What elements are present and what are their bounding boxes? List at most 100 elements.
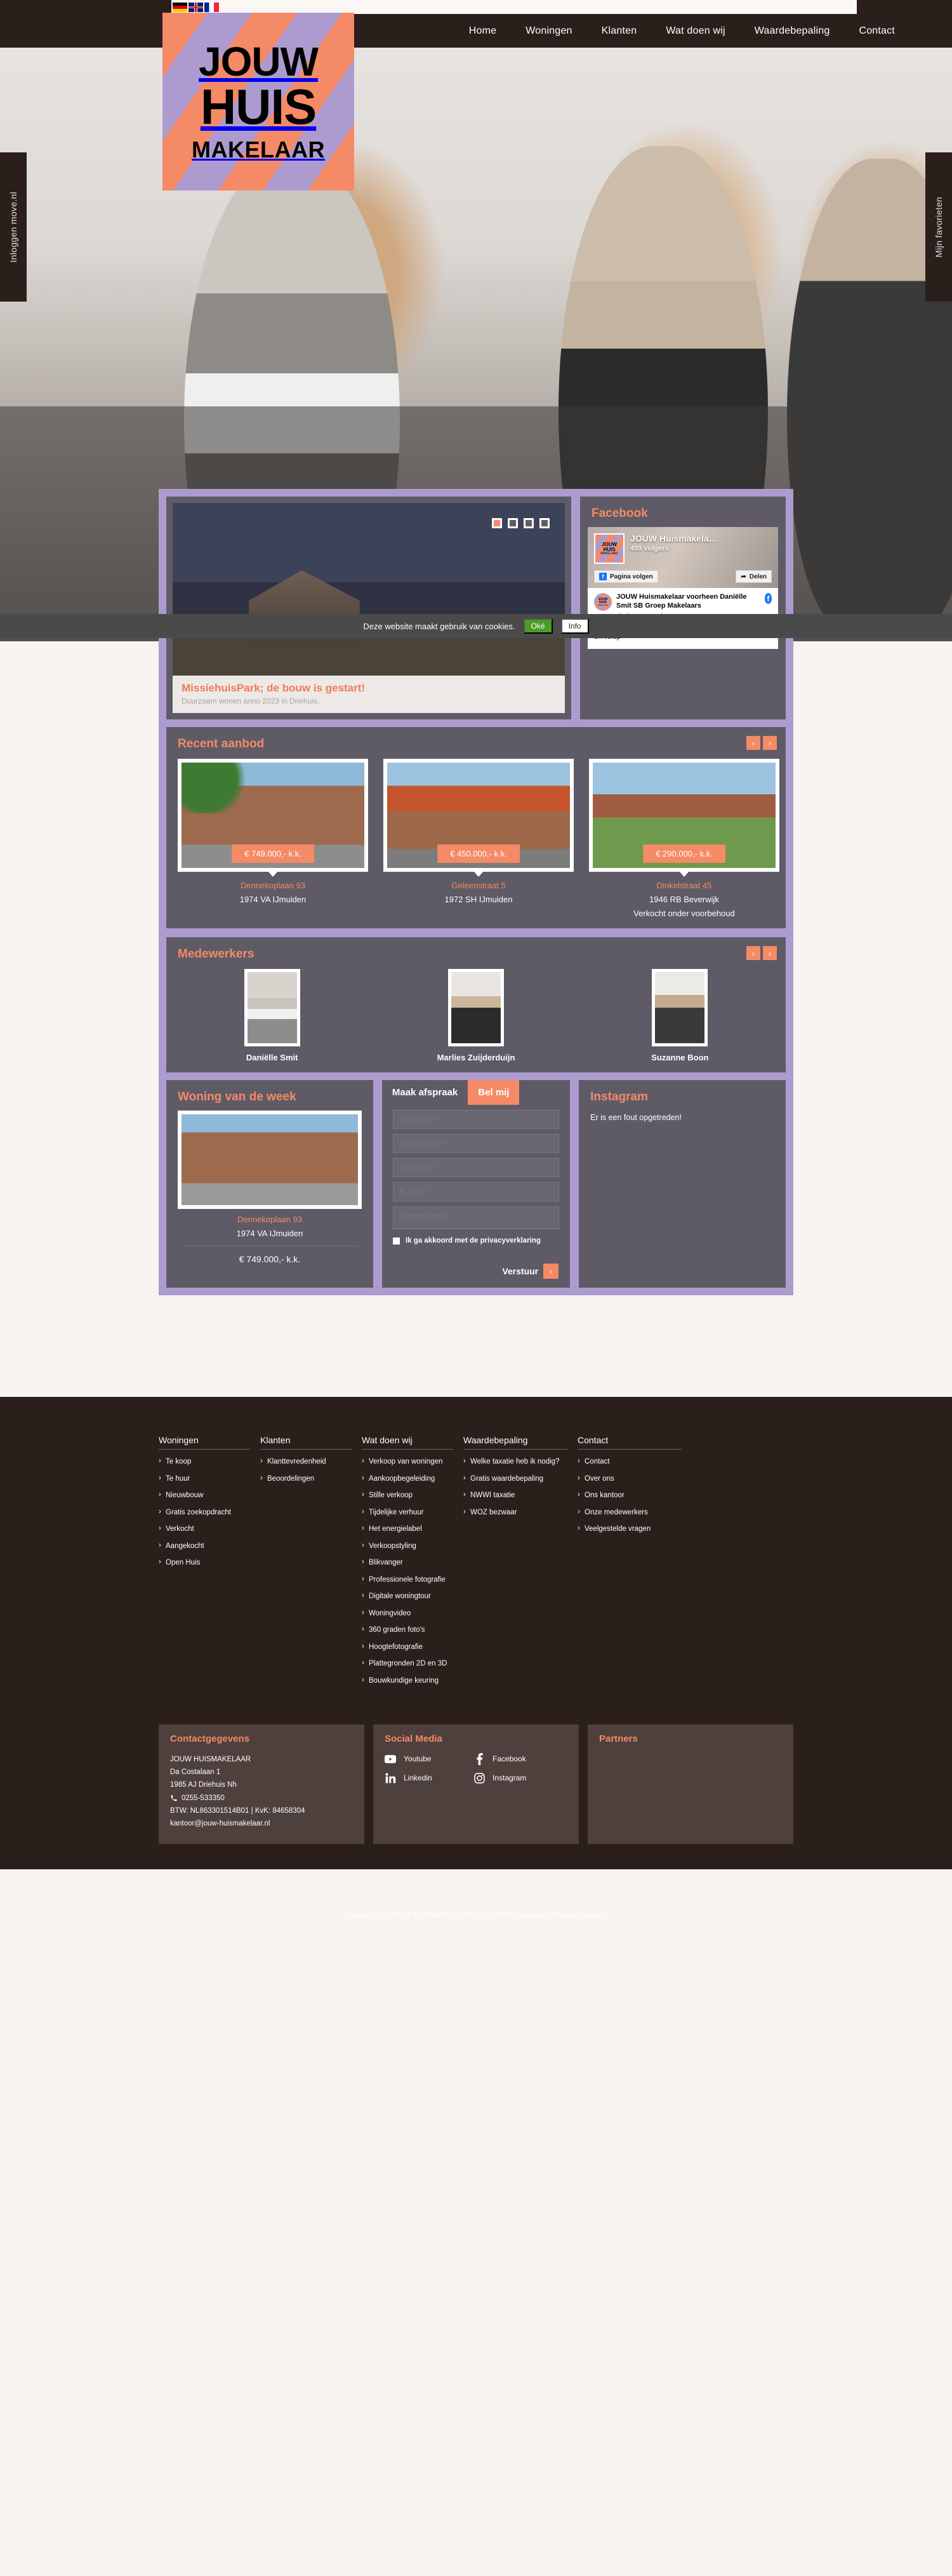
- social-link-instagram[interactable]: Instagram: [473, 1772, 562, 1784]
- main-navigation: Home Woningen Klanten Wat doen wij Waard…: [0, 14, 952, 48]
- listing-city: 1946 RB Beverwijk: [649, 895, 719, 904]
- footer-link[interactable]: Gratis zoekopdracht: [159, 1507, 250, 1518]
- site-logo[interactable]: JOUW HUIS MAKELAAR: [162, 13, 354, 190]
- footer-inner: Woningen Te koop Te huur Nieuwbouw Grati…: [159, 1435, 793, 1869]
- footer-link[interactable]: Bouwkundige keuring: [362, 1676, 453, 1686]
- recent-prev-button[interactable]: ‹: [746, 736, 760, 750]
- slider-caption[interactable]: MissiehuisPark; de bouw is gestart! Duur…: [173, 676, 565, 713]
- remarks-textarea[interactable]: [393, 1206, 559, 1229]
- contact-email[interactable]: kantoor@jouw-huismakelaar.nl: [170, 1817, 353, 1830]
- email-input[interactable]: [393, 1182, 559, 1201]
- slider-dot-1[interactable]: [492, 518, 502, 528]
- slider-dot-3[interactable]: [524, 518, 534, 528]
- footer-link[interactable]: Veelgestelde vragen: [578, 1524, 682, 1535]
- lastname-input[interactable]: [393, 1134, 559, 1153]
- facebook-share-button[interactable]: ➦ Delen: [736, 570, 772, 583]
- footer-link[interactable]: Ons kantoor: [578, 1490, 682, 1501]
- privacy-checkbox[interactable]: [393, 1237, 400, 1245]
- employee-item[interactable]: Marlies Zuijderduijn: [381, 969, 570, 1062]
- employee-item[interactable]: Suzanne Boon: [586, 969, 774, 1062]
- employees-next-button[interactable]: ›: [763, 946, 777, 960]
- social-link-facebook[interactable]: Facebook: [473, 1752, 562, 1765]
- footer-link[interactable]: Gratis waardebepaling: [463, 1474, 567, 1485]
- nav-item-klanten[interactable]: Klanten: [602, 25, 637, 37]
- favorites-tab[interactable]: Mijn favorieten: [925, 152, 952, 302]
- footer-link[interactable]: Stille verkoop: [362, 1490, 453, 1501]
- slider-dots: [492, 518, 550, 528]
- footer-link[interactable]: Tijdelijke verhuur: [362, 1507, 453, 1518]
- house-of-the-week-photo[interactable]: [177, 1111, 362, 1209]
- english-flag-icon[interactable]: [188, 2, 203, 12]
- listing-card[interactable]: € 749.000,- k.k. Dennekoplaan 93 1974 VA…: [178, 759, 368, 918]
- german-flag-icon[interactable]: [173, 2, 187, 12]
- social-link-youtube[interactable]: Youtube: [385, 1753, 473, 1765]
- footer-link[interactable]: WOZ bezwaar: [463, 1507, 567, 1518]
- nav-item-woningen[interactable]: Woningen: [526, 25, 572, 37]
- footer-link[interactable]: Woningvideo: [362, 1608, 453, 1619]
- slider-image[interactable]: [173, 503, 565, 676]
- footer-link[interactable]: Beoordelingen: [260, 1474, 352, 1485]
- facebook-follow-button[interactable]: f Pagina volgen: [594, 570, 658, 583]
- facebook-page-avatar: JOUW HUIS MAKELAAR: [594, 533, 625, 564]
- house-of-the-week-title: Woning van de week: [178, 1090, 296, 1104]
- phone-input[interactable]: [393, 1158, 559, 1177]
- footer-link[interactable]: Over ons: [578, 1474, 682, 1485]
- submit-button[interactable]: ›: [543, 1264, 559, 1279]
- recent-next-button[interactable]: ›: [763, 736, 777, 750]
- footer-link[interactable]: Digitale woningtour: [362, 1591, 453, 1602]
- footer-link[interactable]: Hoogtefotografie: [362, 1642, 453, 1653]
- footer-link[interactable]: Welke taxatie heb ik nodig?: [463, 1457, 567, 1467]
- footer-link[interactable]: Open Huis: [159, 1558, 250, 1568]
- footer-link[interactable]: Nieuwbouw: [159, 1490, 250, 1501]
- footer-link[interactable]: Te koop: [159, 1457, 250, 1467]
- footer-link[interactable]: Blikvanger: [362, 1558, 453, 1568]
- listing-photo[interactable]: € 749.000,- k.k.: [178, 759, 368, 872]
- login-move-tab[interactable]: Inloggen move.nl: [0, 152, 27, 302]
- employee-item[interactable]: Daniëlle Smit: [178, 969, 366, 1062]
- listing-photo[interactable]: € 290.000,- k.k.: [589, 759, 779, 872]
- footer-link[interactable]: Klanttevredenheid: [260, 1457, 352, 1467]
- nav-item-wat-doen-wij[interactable]: Wat doen wij: [666, 25, 725, 37]
- tab-maak-afspraak[interactable]: Maak afspraak: [382, 1080, 468, 1105]
- privacy-consent-row[interactable]: Ik ga akkoord met de privacyverklaring: [393, 1237, 559, 1245]
- nav-item-waardebepaling[interactable]: Waardebepaling: [755, 25, 830, 37]
- nav-item-home[interactable]: Home: [469, 25, 496, 37]
- footer-link[interactable]: Het energielabel: [362, 1524, 453, 1535]
- listing-card[interactable]: € 290.000,- k.k. Dinkelstraat 45 1946 RB…: [589, 759, 779, 918]
- contact-phone-row[interactable]: 0255-533350: [170, 1792, 353, 1805]
- footer-link[interactable]: Verkoop van woningen: [362, 1457, 453, 1467]
- slider-dot-2[interactable]: [508, 518, 518, 528]
- nav-item-contact[interactable]: Contact: [859, 25, 895, 37]
- footer-link[interactable]: Te huur: [159, 1474, 250, 1485]
- cookie-accept-button[interactable]: Oké: [523, 618, 553, 634]
- footer-link[interactable]: Aangekocht: [159, 1541, 250, 1552]
- facebook-page-name: JOUW Huismakela…: [630, 533, 718, 544]
- footer-link[interactable]: 360 graden foto's: [362, 1625, 453, 1636]
- house-of-the-week-street: Dennekoplaan 93: [237, 1215, 302, 1224]
- footer-link[interactable]: Contact: [578, 1457, 682, 1467]
- footer-link[interactable]: Onze medewerkers: [578, 1507, 682, 1518]
- share-arrow-icon: ➦: [741, 573, 746, 580]
- french-flag-icon[interactable]: [204, 2, 219, 12]
- footer-link[interactable]: Verkocht: [159, 1524, 250, 1535]
- employees-prev-button[interactable]: ‹: [746, 946, 760, 960]
- footer-column-title: Klanten: [260, 1435, 352, 1450]
- slider-title: MissiehuisPark; de bouw is gestart!: [182, 682, 366, 694]
- footer-link[interactable]: Professionele fotografie: [362, 1575, 453, 1585]
- footer-link[interactable]: Aankoopbegeleiding: [362, 1474, 453, 1485]
- house-of-the-week-widget: Woning van de week Dennekoplaan 93 1974 …: [166, 1080, 373, 1288]
- tab-bel-mij[interactable]: Bel mij: [468, 1080, 520, 1105]
- footer-link[interactable]: Plattegronden 2D en 3D: [362, 1658, 453, 1669]
- listing-card[interactable]: € 450.000,- k.k. Geleenstraat 5 1972 SH …: [383, 759, 574, 918]
- instagram-icon: [473, 1772, 485, 1784]
- instagram-error-message: Er is een fout opgetreden!: [590, 1113, 682, 1122]
- cookie-info-button[interactable]: Info: [560, 618, 589, 634]
- slider-dot-4[interactable]: [539, 518, 550, 528]
- footer-link[interactable]: Verkoopstyling: [362, 1541, 453, 1552]
- social-link-linkedin[interactable]: Linkedin: [385, 1772, 473, 1784]
- employees-section: Medewerkers ‹ › Daniëlle Smit Marlies Zu…: [166, 937, 786, 1072]
- employees-arrows: ‹ ›: [746, 946, 777, 960]
- firstname-input[interactable]: [393, 1110, 559, 1129]
- footer-link[interactable]: NWWI taxatie: [463, 1490, 567, 1501]
- listing-photo[interactable]: € 450.000,- k.k.: [383, 759, 574, 872]
